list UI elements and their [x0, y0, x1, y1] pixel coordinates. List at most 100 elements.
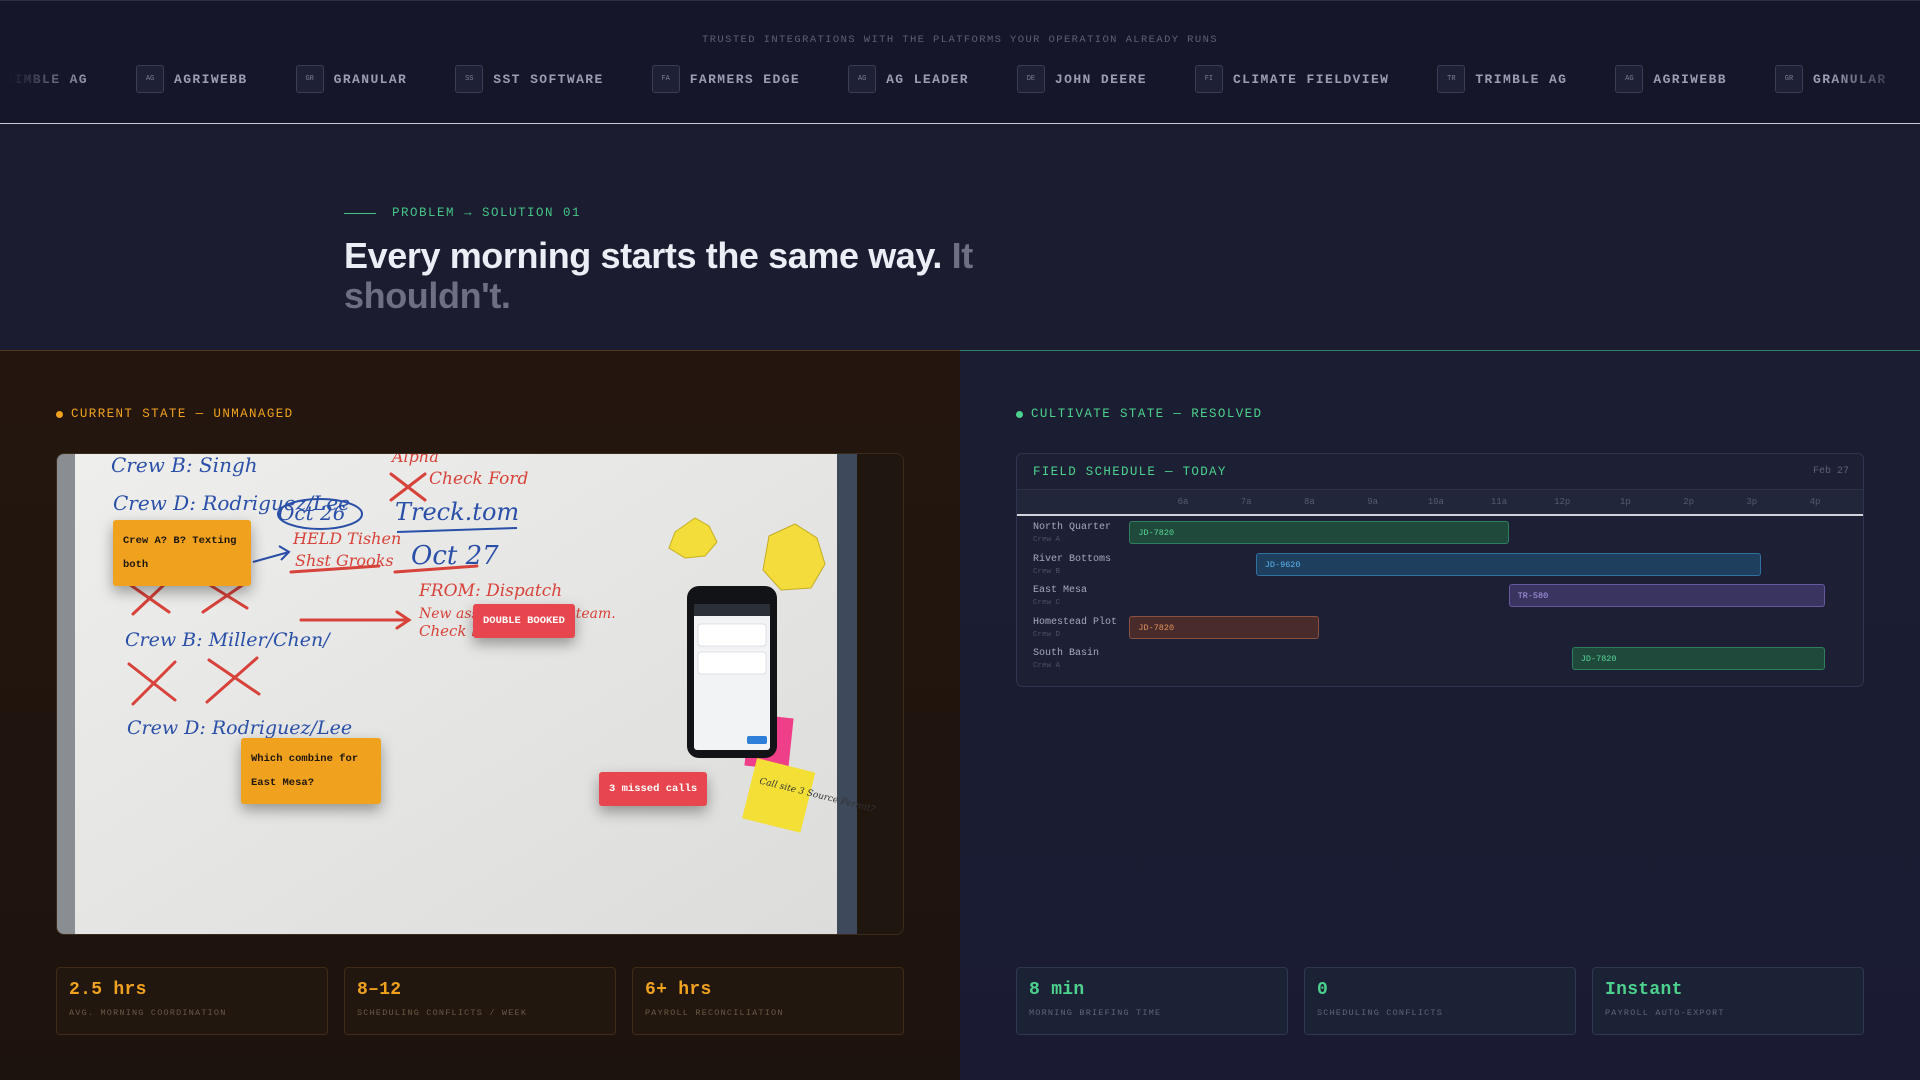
hour-label: 8a [1303, 497, 1315, 507]
stat-card-conflicts-resolved: 0 SCHEDULING CONFLICTS [1304, 967, 1576, 1035]
integration-logo: GR GRANULAR [295, 65, 408, 93]
stat-value: 8–12 [357, 980, 402, 1000]
schedule-bar[interactable]: JD-7820 [1129, 521, 1509, 544]
crew-name: Crew B [1033, 567, 1061, 576]
board-text-held: HELD Tishen [292, 529, 401, 548]
integration-badge: AG [136, 65, 165, 93]
eyebrow-rule [344, 212, 376, 214]
integration-name: TRIMBLE AG [1475, 71, 1568, 87]
integration-logo: DE JOHN DEERE [1016, 65, 1147, 93]
stat-card-payroll-export: Instant PAYROLL AUTO-EXPORT [1592, 967, 1864, 1035]
field-name: South Basin [1033, 648, 1100, 659]
field-name: North Quarter [1033, 522, 1112, 533]
board-frame-right [837, 454, 857, 934]
integration-badge: GR [1775, 65, 1803, 93]
stat-label: SCHEDULING CONFLICTS [1317, 1008, 1444, 1018]
hour-label: 6a [1177, 497, 1189, 507]
hour-label: 7a [1240, 497, 1252, 507]
integration-logo: AG AGRIWEBB [136, 65, 248, 93]
phone-image [687, 586, 777, 758]
current-state-text: CURRENT STATE — UNMANAGED [71, 407, 294, 421]
schedule-bar[interactable]: TR-580 [1508, 584, 1825, 607]
stat-label: MORNING BRIEFING TIME [1029, 1008, 1162, 1018]
hour-label: 9a [1367, 497, 1378, 507]
integration-logo: FI CLIMATE FIELDVIEW [1194, 65, 1390, 93]
integration-badge: FI [1194, 65, 1223, 93]
resolved-state-label: CULTIVATE STATE — RESOLVED [1016, 407, 1262, 421]
current-state-label: CURRENT STATE — UNMANAGED [56, 407, 294, 421]
logo-strip-fade-right [1830, 65, 1920, 93]
tag-which-combine: Which combine for East Mesa? [241, 738, 381, 804]
integration-logo: FA FARMERS EDGE [651, 65, 801, 93]
schedule-hours-row: 6a 7a 8a 9a 10a 11a 12p 1p 2p 3p 4p [1017, 490, 1863, 516]
schedule-bar[interactable]: JD-9620 [1255, 552, 1762, 576]
problem-solution-hero: PROBLEM → SOLUTION 01 Every morning star… [0, 124, 1920, 350]
stat-label: PAYROLL AUTO-EXPORT [1605, 1008, 1725, 1018]
stat-value: 0 [1317, 980, 1329, 1000]
board-text-crew-b-miller: Crew B: Miller/Chen/ [125, 629, 331, 651]
hour-label: 11a [1490, 497, 1508, 507]
board-text-crew-b-singh: Crew B: Singh [111, 454, 258, 477]
resolved-state-panel: CULTIVATE STATE — RESOLVED FIELD SCHEDUL… [960, 350, 1920, 1080]
schedule-row[interactable]: East Mesa Crew C TR-580 [1017, 581, 1863, 612]
headline-main: Every morning starts the same way. [344, 235, 942, 276]
hour-label: 2p [1683, 497, 1694, 507]
integration-logo: TR TRIMBLE AG [1437, 65, 1567, 93]
current-state-dot [56, 410, 63, 418]
integration-badge: AG [848, 65, 877, 93]
stat-label: SCHEDULING CONFLICTS / WEEK [357, 1008, 528, 1018]
hour-label: 1p [1619, 497, 1631, 507]
hour-label: 12p [1554, 497, 1571, 507]
field-schedule-card: FIELD SCHEDULE — TODAY Feb 27 6a 7a 8a 9a 10… [1016, 453, 1864, 687]
stat-card-payroll: 6+ hrs PAYROLL RECONCILIATION [632, 967, 904, 1035]
stat-value: Instant [1605, 980, 1683, 1000]
stat-card-coordination: 2.5 hrs AVG. MORNING COORDINATION [56, 967, 328, 1035]
board-text-check: Check b [419, 622, 481, 640]
field-name: River Bottoms [1033, 553, 1112, 565]
whiteboard-photo: Crew B: Singh Crew D: Rodriguez/Lee Oct … [56, 453, 904, 935]
integration-badge: TR [1437, 65, 1466, 93]
integration-name: AGRIWEBB [1653, 71, 1727, 87]
schedule-date: Feb 27 [1812, 466, 1849, 477]
integration-name: SST SOFTWARE [493, 71, 604, 87]
stat-card-briefing: 8 min MORNING BRIEFING TIME [1016, 967, 1288, 1035]
integration-logo: SS SST SOFTWARE [455, 65, 603, 93]
integration-name: GRANULAR [333, 71, 408, 87]
stat-value: 2.5 hrs [69, 980, 147, 1000]
integration-logo: AG AGRIWEBB [1615, 65, 1727, 93]
crew-name: Crew D [1033, 630, 1061, 639]
schedule-row[interactable]: River Bottoms Crew B JD-9620 [1017, 550, 1863, 581]
stat-value: 8 min [1029, 980, 1085, 1000]
schedule-header: FIELD SCHEDULE — TODAY Feb 27 [1017, 454, 1863, 490]
integration-badge: FA [651, 65, 680, 93]
integration-name: FARMERS EDGE [689, 71, 801, 87]
schedule-title: FIELD SCHEDULE — TODAY [1033, 465, 1227, 479]
integration-name: CLIMATE FIELDVIEW [1232, 71, 1390, 87]
crew-name: Crew A [1033, 536, 1061, 544]
stat-value: 6+ hrs [645, 980, 712, 1000]
schedule-row[interactable]: North Quarter Crew A JD-7820 [1017, 518, 1863, 549]
logo-track: TR TRIMBLE AG AG AGRIWEBB GR GRANULAR SS SST SO… [0, 65, 1920, 93]
stat-label: PAYROLL RECONCILIATION [645, 1008, 784, 1018]
eyebrow-text: PROBLEM → SOLUTION 01 [392, 206, 582, 220]
integrations-band: TRUSTED INTEGRATIONS WITH THE PLATFORMS … [0, 0, 1920, 124]
stat-label: AVG. MORNING COORDINATION [69, 1008, 227, 1018]
crew-name: Crew C [1033, 599, 1061, 607]
integration-badge: DE [1016, 65, 1045, 93]
crew-name: Crew A [1033, 662, 1061, 670]
schedule-bar[interactable]: JD-7820 [1129, 615, 1319, 639]
board-text-check-ford: Check Ford [429, 469, 528, 489]
tag-missed-calls: 3 missed calls [599, 772, 708, 806]
integration-name: JOHN DEERE [1054, 71, 1147, 87]
hour-label: 4p [1809, 497, 1821, 507]
field-name: East Mesa [1033, 585, 1088, 596]
schedule-bar[interactable]: JD-7820 [1571, 647, 1825, 670]
section-headline: Every morning starts the same way. It sh… [344, 236, 1064, 316]
integration-name: AGRIWEBB [174, 71, 248, 87]
schedule-row[interactable]: Homestead Plot Crew D JD-7820 [1017, 613, 1863, 644]
board-text-alpha: Alpha [390, 454, 439, 466]
tag-texting-both: Crew A? B? Texting both [113, 520, 251, 586]
integration-badge: SS [455, 65, 484, 93]
hour-label: 10a [1427, 497, 1444, 507]
schedule-row[interactable]: South Basin Crew A JD-7820 [1017, 644, 1863, 675]
